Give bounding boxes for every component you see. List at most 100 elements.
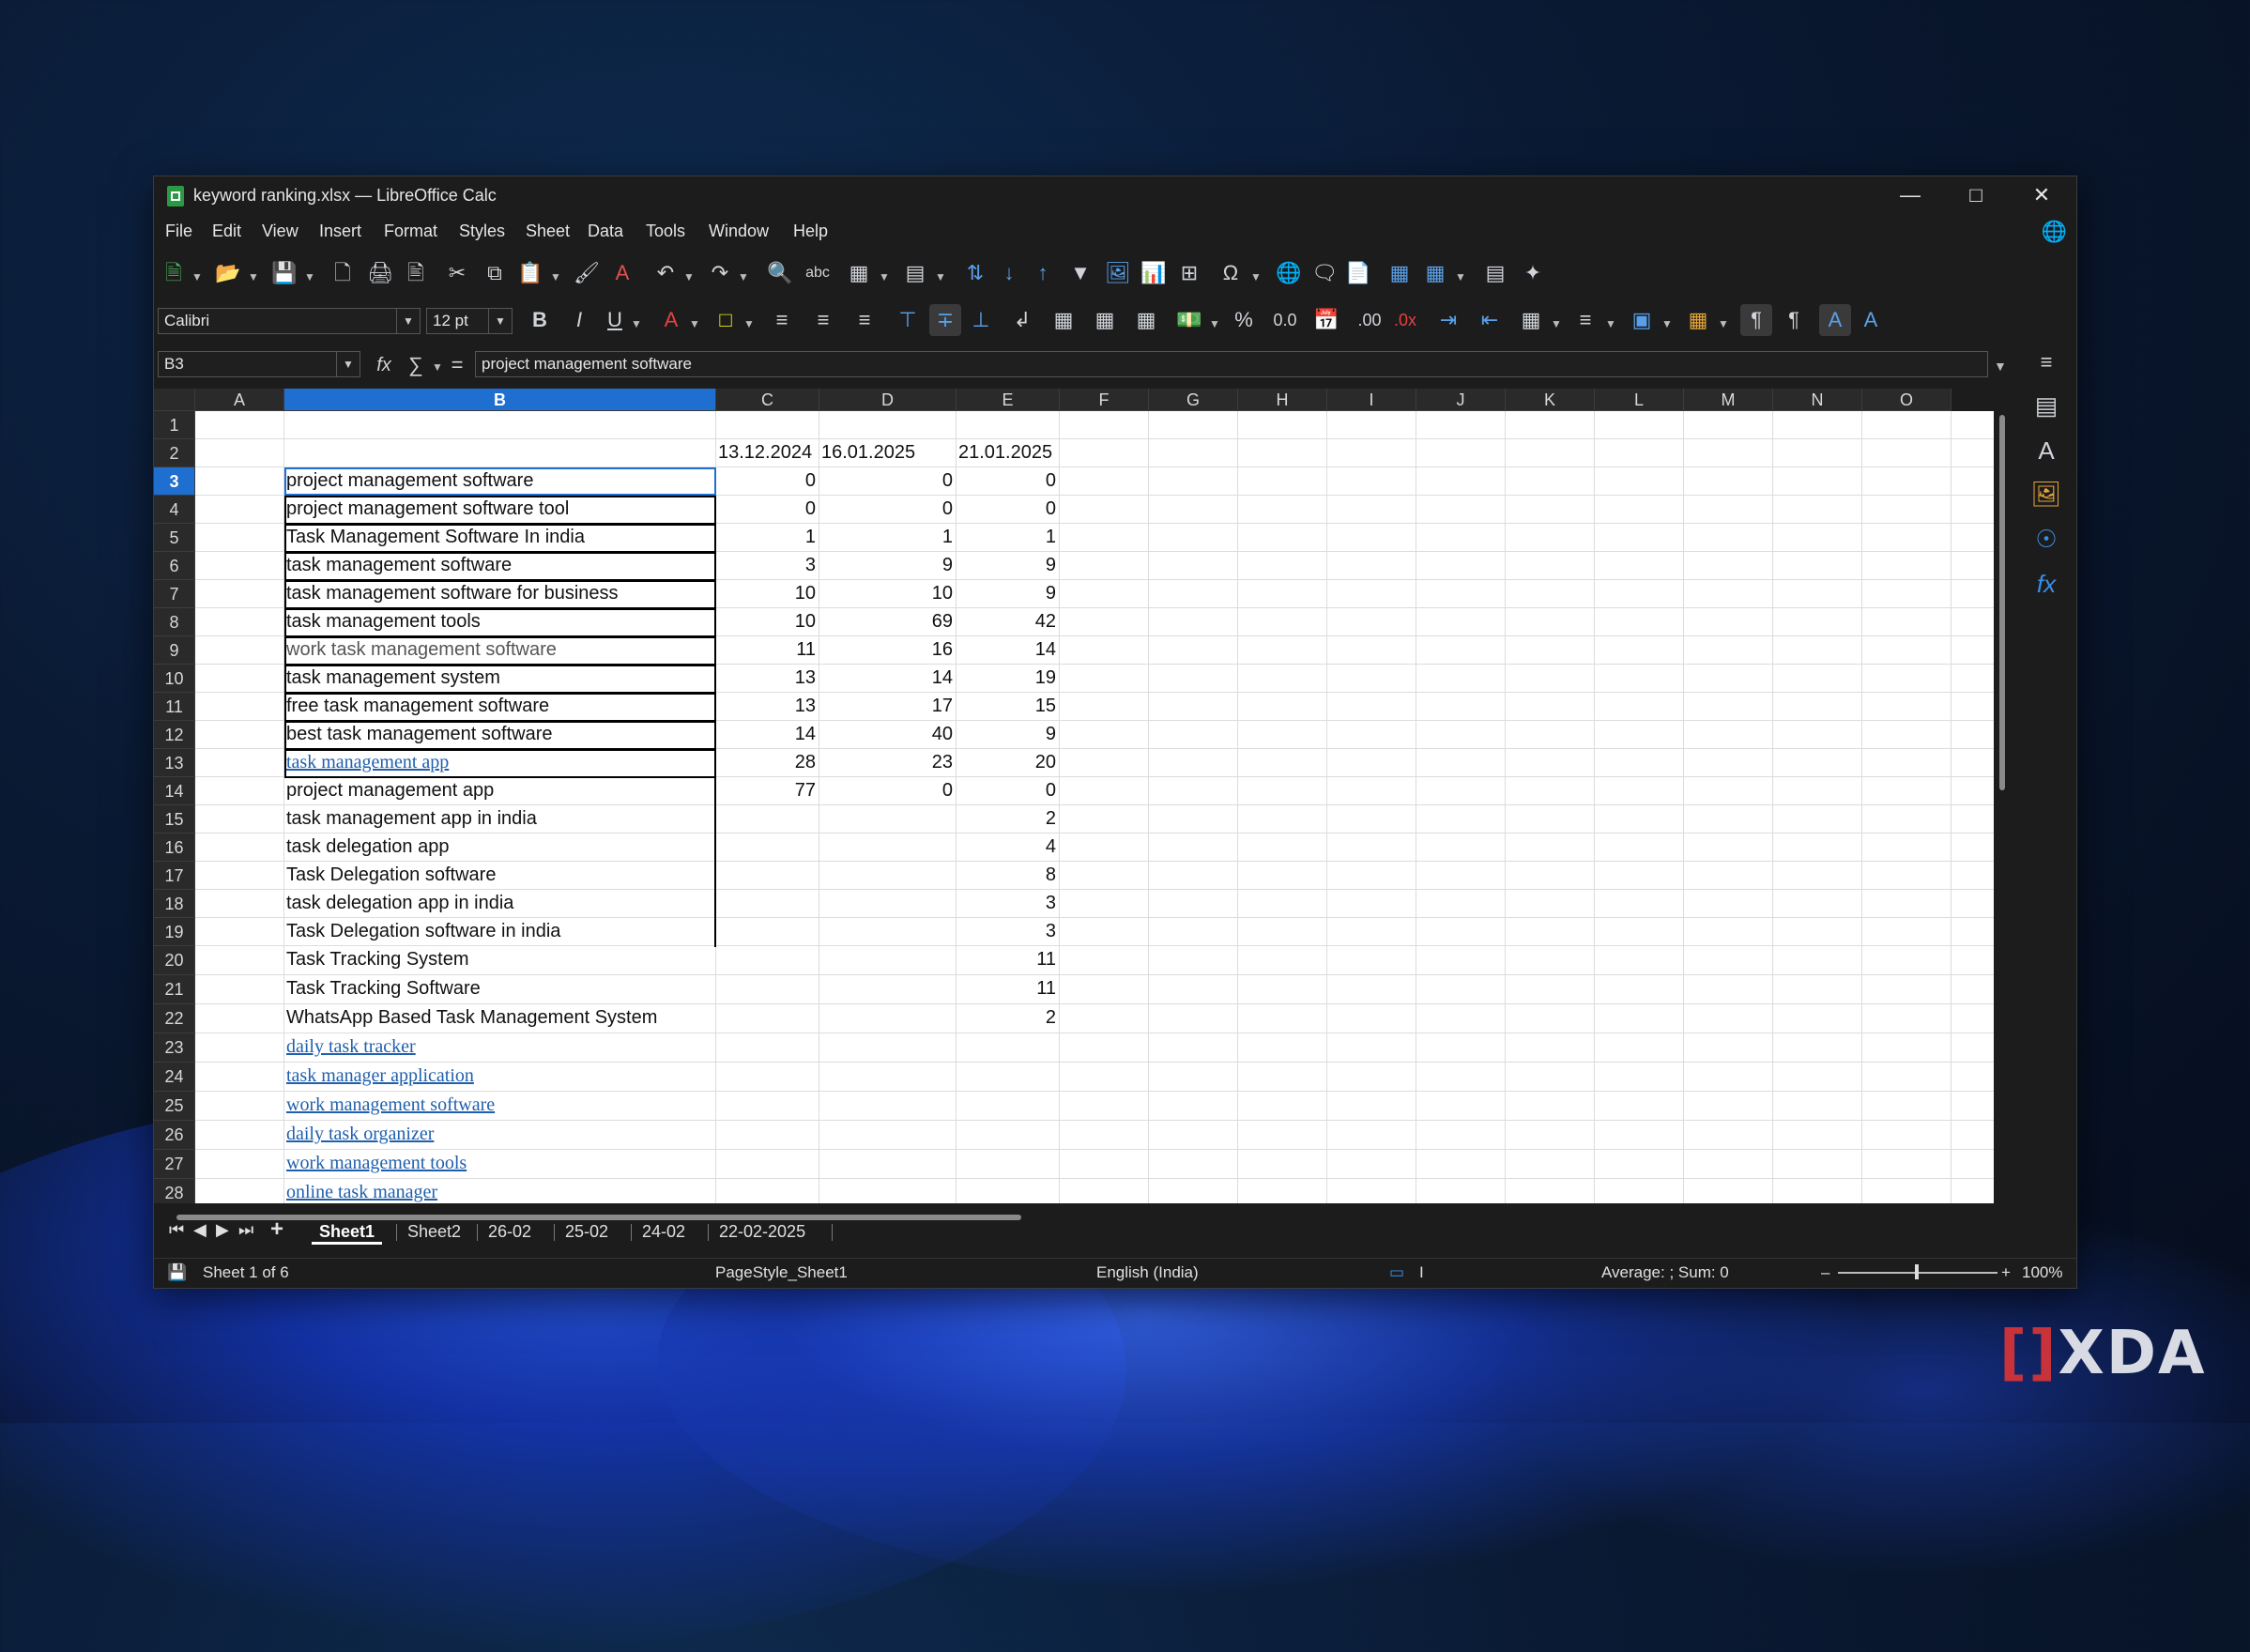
rank-cell-c[interactable]: 3 [718,555,816,576]
functions-icon[interactable]: fx [2029,567,2063,601]
rank-cell-e[interactable]: 2 [958,1007,1056,1029]
last-sheet-icon[interactable]: ⏭ [238,1220,253,1240]
new-document-icon[interactable]: 🗎 [158,257,190,289]
rank-cell-d[interactable]: 40 [821,724,953,745]
align-left-icon[interactable]: ≡ [766,304,798,336]
gallery-icon[interactable]: 🖼 [2029,477,2063,511]
font-color-icon[interactable]: A [655,304,687,336]
function-wizard-icon[interactable]: fx [368,349,400,381]
sum-status[interactable]: Average: ; Sum: 0 [1601,1263,1729,1282]
cut-icon[interactable]: ✂ [441,257,473,289]
border-color-icon[interactable]: ▣ [1626,304,1658,336]
chevron-down-icon[interactable]: ▼ [1209,317,1220,330]
chevron-down-icon[interactable]: ▼ [396,309,420,333]
underline-icon[interactable]: U [599,304,631,336]
chevron-down-icon[interactable]: ▼ [689,317,700,330]
zoom-level[interactable]: 100% [2022,1263,2062,1282]
number-format-icon[interactable]: 0.0 [1269,304,1301,336]
row-header-12[interactable]: 12 [154,721,195,749]
column-header-a[interactable]: A [195,389,284,411]
decrease-indent-icon[interactable]: ⇤ [1474,304,1506,336]
rank-cell-e[interactable]: 0 [958,780,1056,802]
properties-icon[interactable]: ▤ [2029,389,2063,422]
keyword-cell[interactable]: WhatsApp Based Task Management System [286,1007,657,1029]
insert-image-icon[interactable]: 🖼 [1102,257,1134,289]
chevron-down-icon[interactable]: ▼ [1250,270,1262,283]
keyword-cell[interactable]: task manager application [286,1065,474,1087]
column-header-i[interactable]: I [1327,389,1416,411]
menu-data[interactable]: Data [588,222,623,241]
rank-cell-e[interactable]: 11 [958,949,1056,971]
rank-cell-d[interactable]: 1 [821,527,953,548]
rank-cell-c[interactable]: 10 [718,611,816,633]
row-header-15[interactable]: 15 [154,805,195,834]
row-header-14[interactable]: 14 [154,777,195,805]
rank-cell-e[interactable]: 9 [958,555,1056,576]
rank-cell-e[interactable]: 11 [958,978,1056,1000]
chevron-down-icon[interactable]: ▼ [683,270,695,283]
menu-tools[interactable]: Tools [646,222,685,241]
clone-formatting-icon[interactable]: 🖌 [571,257,603,289]
font-size-box[interactable]: 12 pt ▼ [426,308,513,334]
rank-cell-d[interactable]: 0 [821,470,953,492]
special-character-icon[interactable]: Ω [1215,257,1247,289]
border-style-icon[interactable]: ≡ [1569,304,1601,336]
rank-cell-e[interactable]: 3 [958,921,1056,942]
previous-sheet-icon[interactable]: ◀ [193,1220,207,1240]
tab-sheet1[interactable]: Sheet1 [312,1222,383,1245]
chevron-down-icon[interactable]: ▼ [1718,317,1729,330]
tab-22-02-2025[interactable]: 22-02-2025 [712,1222,813,1242]
align-top-icon[interactable]: ⊤ [892,304,924,336]
menu-format[interactable]: Format [384,222,437,241]
tab-25-02[interactable]: 25-02 [558,1222,616,1242]
row-header-7[interactable]: 7 [154,580,195,608]
row-header-1[interactable]: 1 [154,411,195,439]
rank-cell-e[interactable]: 20 [958,752,1056,773]
sort-ascending-icon[interactable]: ↓ [993,257,1025,289]
rank-cell-e[interactable]: 9 [958,583,1056,604]
highlight-color-icon[interactable]: □ [710,304,742,336]
row-header-8[interactable]: 8 [154,608,195,636]
tab-24-02[interactable]: 24-02 [635,1222,693,1242]
chevron-down-icon[interactable]: ▼ [336,352,360,376]
chevron-down-icon[interactable]: ▼ [631,317,642,330]
column-header-o[interactable]: O [1862,389,1952,411]
font-name-box[interactable]: Calibri ▼ [158,308,421,334]
header-footer-icon[interactable]: 📄 [1342,257,1374,289]
rank-cell-e[interactable]: 4 [958,836,1056,858]
rank-cell-e[interactable]: 0 [958,498,1056,520]
zoom-slider-thumb[interactable] [1915,1264,1919,1279]
align-right-icon[interactable]: ≡ [849,304,880,336]
column-header-k[interactable]: K [1506,389,1595,411]
conditional-format-icon[interactable]: ▦ [1682,304,1714,336]
styles-icon[interactable]: A [2029,434,2063,467]
expand-formula-bar-icon[interactable]: ▼ [1994,359,2007,374]
column-header-b[interactable]: B [284,389,716,411]
chevron-down-icon[interactable]: ▼ [191,270,203,283]
column-header-d[interactable]: D [819,389,957,411]
rank-cell-c[interactable]: 11 [718,639,816,661]
rank-cell-e[interactable]: 8 [958,864,1056,886]
rank-cell-e[interactable]: 9 [958,724,1056,745]
freeze-rows-icon[interactable]: ▦ [1419,257,1451,289]
row-header-23[interactable]: 23 [154,1033,195,1063]
menu-view[interactable]: View [262,222,298,241]
rank-cell-e[interactable]: 2 [958,808,1056,830]
rank-cell-e[interactable]: 3 [958,893,1056,914]
rank-cell-c[interactable]: 28 [718,752,816,773]
chevron-down-icon[interactable]: ▼ [738,270,749,283]
row-header-20[interactable]: 20 [154,946,195,975]
save-icon[interactable]: 💾 [268,257,300,289]
borders-icon[interactable]: ▦ [1515,304,1547,336]
open-folder-icon[interactable]: 📂 [212,257,244,289]
keyword-cell[interactable]: work management software [286,1094,495,1116]
percent-format-icon[interactable]: % [1228,304,1260,336]
navigator-icon[interactable]: ☉ [2029,522,2063,556]
align-center-icon[interactable]: ≡ [807,304,839,336]
text-direction-icon[interactable]: A [1855,304,1887,336]
menu-file[interactable]: File [165,222,192,241]
first-sheet-icon[interactable]: ⏮ [169,1220,184,1240]
menu-insert[interactable]: Insert [319,222,361,241]
select-all-corner[interactable] [154,389,195,411]
sort-descending-icon[interactable]: ↑ [1027,257,1059,289]
